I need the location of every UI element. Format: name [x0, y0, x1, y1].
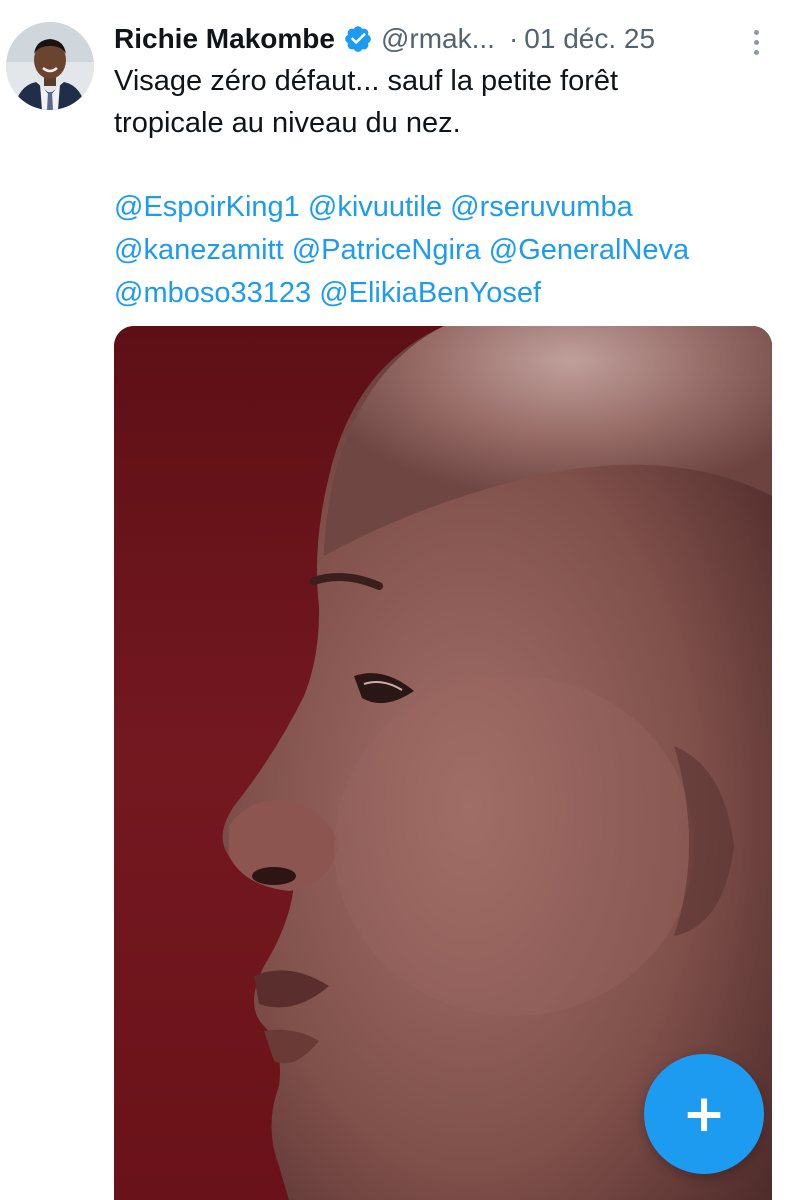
plus-icon: + [682, 1084, 726, 1144]
compose-button[interactable]: + [644, 1054, 764, 1174]
mention-link[interactable]: @mboso33123 [114, 277, 311, 309]
more-dot [753, 39, 759, 45]
mentions-row: @mboso33123 @ElikiaBenYosef [114, 272, 784, 315]
avatar-image [6, 22, 94, 110]
author-handle[interactable]: @rmak... [381, 23, 495, 55]
mention-link[interactable]: @kivuutile [308, 191, 442, 223]
tweet: Richie Makombe @rmak... · 01 déc. 25 Vis… [0, 0, 798, 1200]
tweet-text: Visage zéro défaut... sauf la petite for… [114, 60, 784, 144]
author-display-name[interactable]: Richie Makombe [114, 23, 335, 55]
more-dot [753, 49, 759, 55]
tweet-text-line: tropicale au niveau du nez. [114, 107, 461, 139]
more-dot [753, 29, 759, 35]
mention-link[interactable]: @EspoirKing1 [114, 191, 300, 223]
mentions-row: @kanezamitt @PatriceNgira @GeneralNeva [114, 229, 784, 272]
tweet-timestamp[interactable]: 01 déc. 25 [524, 23, 655, 55]
mention-link[interactable]: @GeneralNeva [489, 234, 689, 266]
mention-link[interactable]: @ElikiaBenYosef [319, 277, 541, 309]
mentions-row: @EspoirKing1 @kivuutile @rseruvumba [114, 186, 784, 229]
header-separator: · [508, 23, 519, 54]
tweet-text-line: Visage zéro défaut... sauf la petite for… [114, 65, 619, 97]
tweet-mentions: @EspoirKing1 @kivuutile @rseruvumba @kan… [114, 186, 784, 315]
mention-link[interactable]: @kanezamitt [114, 234, 284, 266]
mention-link[interactable]: @rseruvumba [450, 191, 633, 223]
mention-link[interactable]: @PatriceNgira [292, 234, 481, 266]
tweet-header: Richie Makombe @rmak... · 01 déc. 25 [114, 16, 784, 62]
more-vertical-icon[interactable] [738, 24, 774, 60]
verified-badge-icon [343, 24, 373, 54]
author-avatar[interactable] [6, 22, 94, 110]
